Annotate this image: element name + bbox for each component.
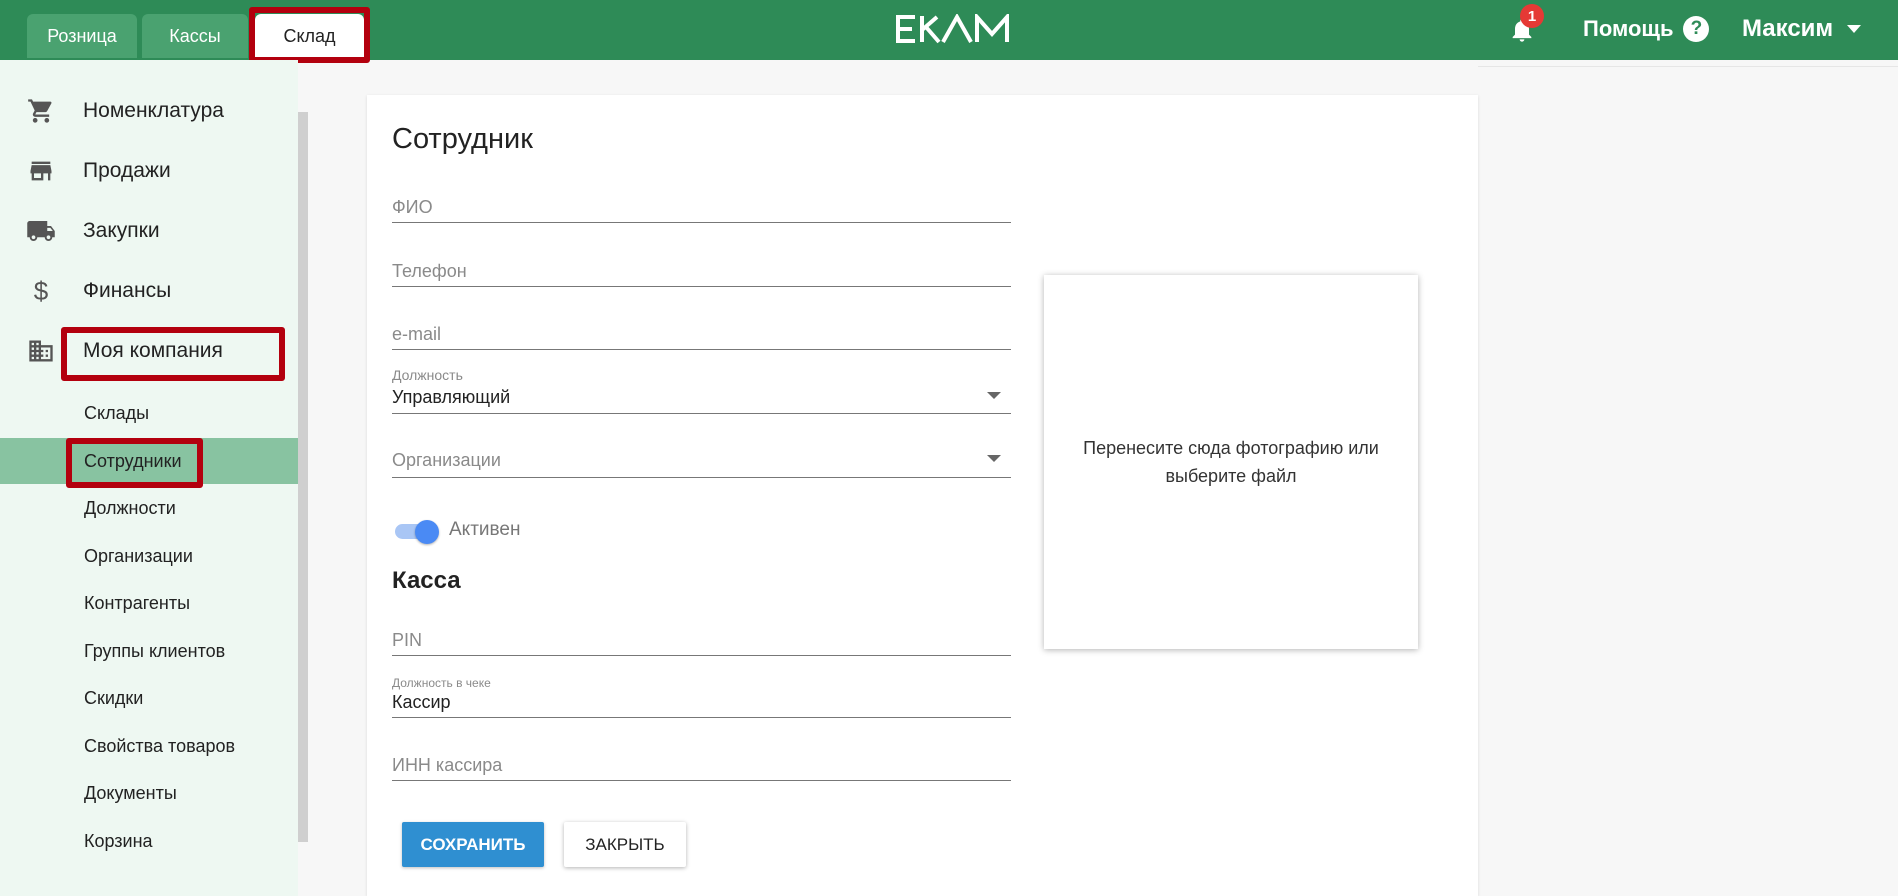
pin-field[interactable]: PIN — [392, 626, 1011, 656]
sidebar-item-label: Номенклатура — [83, 99, 224, 122]
help-question-icon: ? — [1683, 16, 1710, 42]
position-value: Управляющий — [392, 387, 511, 407]
close-button[interactable]: ЗАКРЫТЬ — [564, 822, 686, 867]
email-placeholder: e-mail — [392, 324, 442, 344]
sidebar-subitem-client-groups[interactable]: Группы клиентов — [0, 628, 298, 674]
dropzone-text: Перенесите сюда фотографию или выберите … — [1083, 438, 1379, 486]
cart-icon — [26, 96, 56, 126]
active-label: Активен — [449, 519, 521, 540]
chevron-down-icon — [987, 455, 1001, 462]
position-label: Должность — [392, 367, 463, 383]
inn-placeholder: ИНН кассира — [392, 755, 503, 775]
sidebar-subitem-label: Организации — [84, 545, 193, 566]
sidebar-subitem-product-properties[interactable]: Свойства товаров — [0, 723, 298, 769]
tab-registers[interactable]: Кассы — [142, 14, 248, 58]
save-button[interactable]: СОХРАНИТЬ — [402, 822, 544, 867]
right-background — [1478, 60, 1898, 896]
sidebar-subitem-label: Склады — [84, 402, 150, 423]
help-button[interactable]: Помощь ? — [1583, 14, 1710, 44]
sidebar-subitem-organizations[interactable]: Организации — [0, 533, 298, 579]
sidebar-subitem-label: Корзина — [84, 830, 153, 851]
receipt-position-value: Кассир — [392, 692, 451, 712]
notifications-badge: 1 — [1520, 4, 1544, 28]
sidebar-item-my-company[interactable]: Моя компания — [0, 325, 298, 377]
ekam-logo-mark — [896, 14, 1009, 44]
sidebar-item-nomenclature[interactable]: Номенклатура — [0, 85, 298, 137]
building-icon — [26, 336, 56, 366]
sidebar-scrollbar[interactable] — [298, 112, 308, 842]
sidebar-subitem-label: Должности — [84, 497, 176, 518]
tab-retail[interactable]: Розница — [27, 14, 137, 58]
store-icon — [26, 156, 56, 186]
fio-placeholder: ФИО — [392, 197, 433, 217]
fio-field[interactable]: ФИО — [392, 193, 1011, 223]
sidebar-subitem-warehouses[interactable]: Склады — [0, 390, 298, 436]
tab-warehouse[interactable]: Склад — [255, 14, 364, 58]
ekam-logo — [895, 12, 1025, 46]
sidebar-item-label: Моя компания — [83, 339, 223, 362]
sidebar-item-sales[interactable]: Продажи — [0, 145, 298, 197]
truck-icon — [26, 216, 56, 246]
receipt-position-field[interactable]: Должность в чеке Кассир — [392, 676, 1011, 718]
organizations-placeholder: Организации — [392, 450, 501, 470]
sidebar-item-finance[interactable]: $ Финансы — [0, 265, 298, 317]
page-title: Сотрудник — [392, 123, 533, 155]
email-field[interactable]: e-mail — [392, 320, 1011, 350]
user-name: Максим — [1742, 15, 1834, 42]
sidebar-subitem-label: Скидки — [84, 687, 144, 708]
sidebar-subitem-positions[interactable]: Должности — [0, 485, 298, 531]
organizations-select[interactable]: Организации — [392, 447, 1011, 478]
sidebar-subitem-label: Сотрудники — [84, 450, 182, 471]
receipt-position-label: Должность в чеке — [392, 676, 491, 690]
inn-field[interactable]: ИНН кассира — [392, 751, 1011, 781]
sidebar-subitem-label: Группы клиентов — [84, 640, 226, 661]
active-toggle[interactable] — [395, 520, 439, 544]
help-label: Помощь — [1583, 16, 1674, 41]
pin-placeholder: PIN — [392, 630, 423, 650]
photo-dropzone[interactable]: Перенесите сюда фотографию или выберите … — [1044, 275, 1418, 649]
sidebar-subitem-trash[interactable]: Корзина — [0, 818, 298, 864]
sidebar-subitem-label: Контрагенты — [84, 592, 191, 613]
phone-placeholder: Телефон — [392, 261, 467, 281]
cash-section-title: Касса — [392, 567, 461, 594]
right-divider — [1478, 66, 1898, 67]
chevron-down-icon — [1847, 25, 1862, 33]
sidebar-subitem-label: Документы — [84, 782, 177, 803]
user-menu[interactable]: Максим — [1742, 14, 1862, 44]
sidebar-item-label: Закупки — [83, 219, 160, 242]
phone-field[interactable]: Телефон — [392, 257, 1011, 287]
position-select[interactable]: Должность Управляющий — [392, 367, 1011, 414]
chevron-down-icon — [987, 392, 1001, 399]
sidebar-subitem-discounts[interactable]: Скидки — [0, 675, 298, 721]
toggle-knob — [415, 520, 439, 544]
dollar-icon: $ — [33, 275, 49, 306]
sidebar-item-purchases[interactable]: Закупки — [0, 205, 298, 257]
employee-form-card: Сотрудник ФИО Телефон e-mail Должность У… — [367, 95, 1478, 896]
sidebar-subitem-employees[interactable]: Сотрудники — [0, 438, 298, 484]
sidebar-subitem-counterparties[interactable]: Контрагенты — [0, 580, 298, 626]
sidebar-item-label: Финансы — [83, 279, 172, 302]
sidebar-subitem-label: Свойства товаров — [84, 735, 236, 756]
sidebar-item-label: Продажи — [83, 159, 171, 182]
sidebar-subitem-documents[interactable]: Документы — [0, 770, 298, 816]
